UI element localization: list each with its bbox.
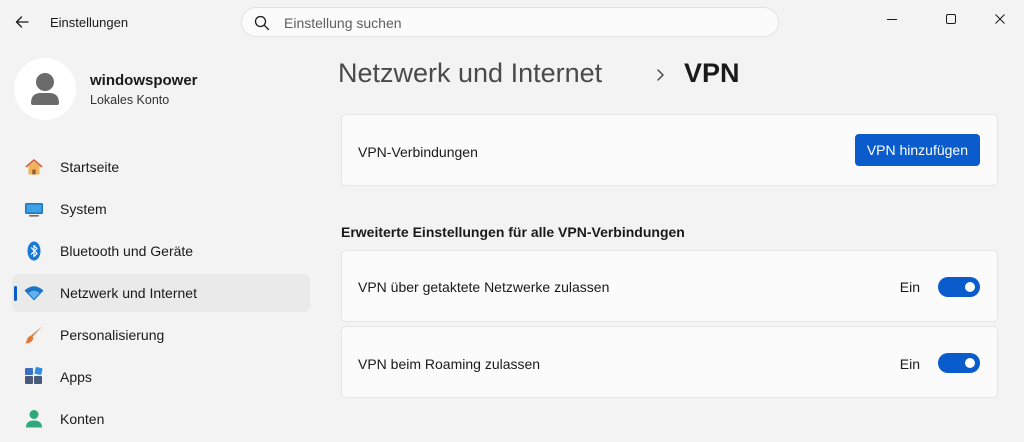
roaming-toggle[interactable] [938,353,980,373]
page-title: VPN [684,58,740,88]
title-bar: Einstellungen [0,0,1024,48]
search-input[interactable] [282,12,766,34]
back-arrow-icon [15,16,29,28]
sidebar-item-label: Apps [60,369,92,385]
minimize-icon [887,19,897,20]
sidebar-item-label: Konten [60,411,105,427]
toggle-knob [965,282,975,292]
sidebar-item-label: Startseite [60,159,120,175]
wifi-icon [24,286,44,301]
account-type: Lokales Konto [90,93,170,107]
sidebar-item-label: Bluetooth und Geräte [60,243,194,259]
sidebar-item-bluetooth[interactable]: Bluetooth und Geräte [12,232,310,270]
close-button[interactable] [978,4,1022,34]
user-profile[interactable]: windowspower Lokales Konto [14,58,314,122]
sidebar-item-personalisierung[interactable]: Personalisierung [12,316,310,354]
home-icon [25,159,43,175]
sidebar-item-apps[interactable]: Apps [12,358,310,396]
monitor-icon [25,203,43,217]
avatar [14,58,76,120]
sidebar-item-startseite[interactable]: Startseite [12,148,310,186]
user-avatar-icon [31,73,59,105]
app-title: Einstellungen [50,15,129,30]
setting-label: VPN beim Roaming zulassen [358,356,541,372]
bluetooth-icon [27,241,41,261]
vpn-connections-label: VPN-Verbindungen [358,144,478,160]
add-vpn-button[interactable]: VPN hinzufügen [854,134,980,166]
sidebar-item-konten[interactable]: Konten [12,400,310,438]
sidebar-item-label: System [60,201,107,217]
user-name: windowspower [90,72,198,89]
maximize-icon [946,14,956,24]
setting-label: VPN über getaktete Netzwerke zulassen [358,279,610,295]
vpn-connections-card: VPN-Verbindungen VPN hinzufügen [341,114,998,186]
maximize-button[interactable] [929,4,973,34]
search-box[interactable] [241,7,779,37]
toggle-state-label: Ein [899,356,920,372]
sidebar-item-netzwerk[interactable]: Netzwerk und Internet [12,274,310,312]
setting-row-roaming: VPN beim Roaming zulassen Ein [341,326,998,398]
breadcrumb-parent-link[interactable]: Netzwerk und Internet [338,58,602,89]
active-indicator [14,286,17,301]
sidebar-nav: Startseite System Bluetooth und Geräte N… [12,148,310,442]
chevron-right-icon [657,69,664,81]
brush-icon [25,326,42,344]
minimize-button[interactable] [870,4,914,34]
toggle-state-label: Ein [899,279,920,295]
sidebar-item-label: Personalisierung [60,327,165,343]
toggle-knob [965,358,975,368]
user-icon [26,410,42,428]
sidebar-item-label: Netzwerk und Internet [60,285,197,301]
sidebar-item-system[interactable]: System [12,190,310,228]
setting-row-metered-networks: VPN über getaktete Netzwerke zulassen Ei… [341,250,998,322]
metered-networks-toggle[interactable] [938,277,980,297]
apps-icon [25,367,43,384]
close-icon [995,14,1005,24]
back-button[interactable] [8,8,36,36]
advanced-settings-heading: Erweiterte Einstellungen für alle VPN-Ve… [341,224,685,240]
search-icon [254,15,270,31]
